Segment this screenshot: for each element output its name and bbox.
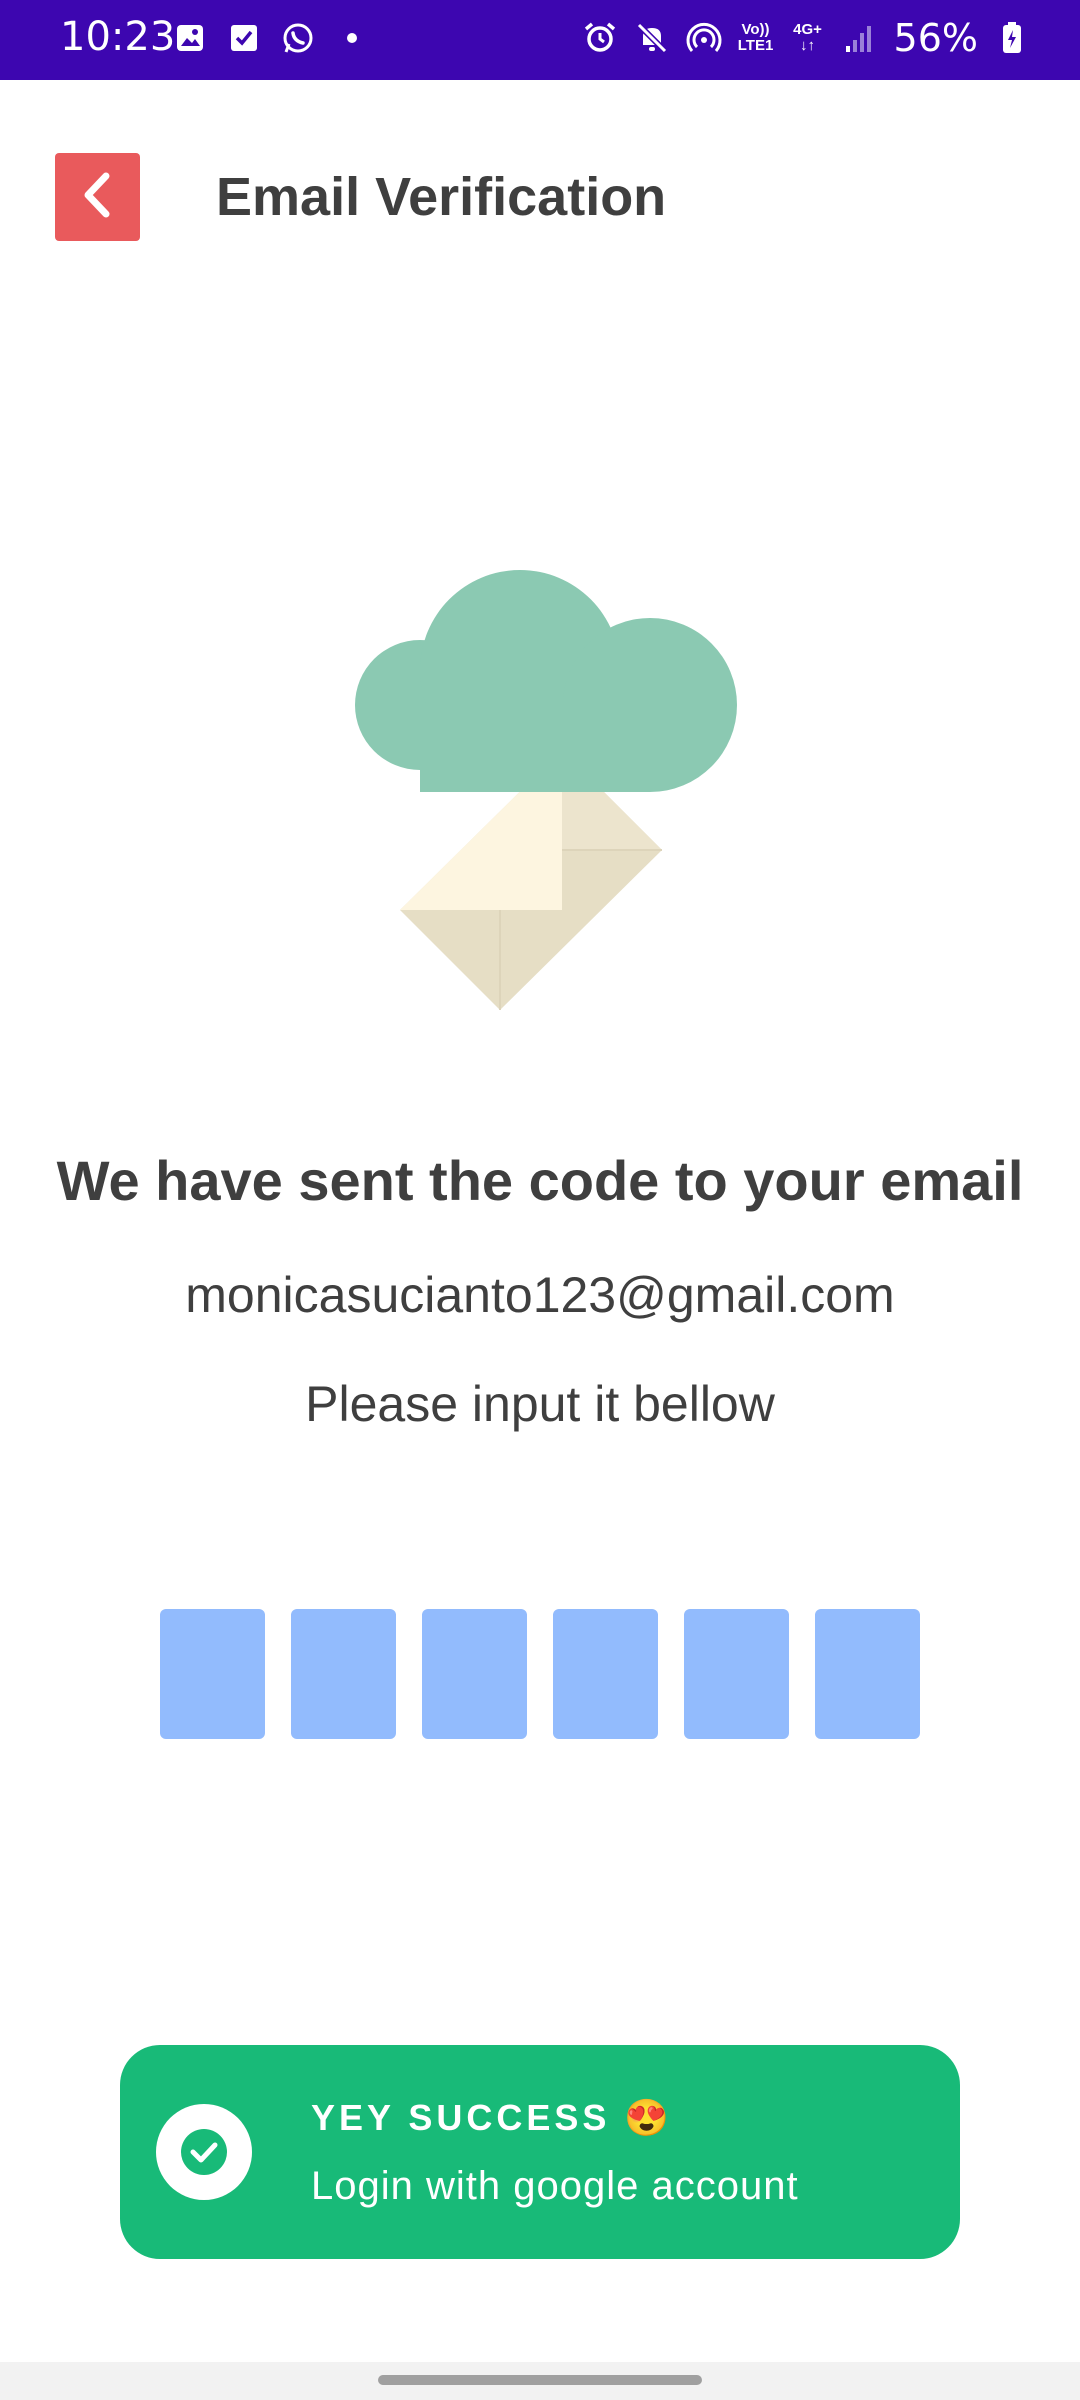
page-title: Email Verification — [216, 167, 667, 227]
dot-icon — [334, 20, 370, 56]
mute-icon — [634, 20, 670, 56]
status-bar: 10:23 Vo)) LTE1 4G+ ↓↑ 56% — [0, 0, 1080, 80]
otp-digit-4[interactable] — [553, 1609, 658, 1739]
cloud-icon — [355, 570, 737, 792]
toast-message: Login with google account — [311, 2164, 799, 2208]
success-toast[interactable]: YEY SUCCESS 😍 Login with google account — [120, 2045, 960, 2259]
status-time: 10:23 — [60, 14, 176, 60]
whatsapp-icon — [280, 20, 316, 56]
check-circle-icon — [156, 2104, 252, 2200]
otp-input-group — [160, 1609, 920, 1739]
otp-digit-1[interactable] — [160, 1609, 265, 1739]
email-cloud-illustration — [320, 560, 760, 1020]
back-button[interactable] — [55, 153, 140, 241]
toast-title: YEY SUCCESS 😍 — [311, 2097, 674, 2138]
home-gesture-handle[interactable] — [378, 2375, 702, 2385]
hotspot-icon — [686, 20, 722, 56]
4g-icon: 4G+ ↓↑ — [793, 21, 822, 54]
navigation-bar — [0, 2362, 1080, 2400]
notification-icons — [172, 20, 370, 56]
gallery-icon — [172, 20, 208, 56]
otp-digit-5[interactable] — [684, 1609, 789, 1739]
otp-digit-6[interactable] — [815, 1609, 920, 1739]
battery-icon — [994, 20, 1030, 56]
otp-digit-3[interactable] — [422, 1609, 527, 1739]
system-icons: Vo)) LTE1 4G+ ↓↑ 56% — [582, 16, 1030, 60]
signal-icon — [842, 20, 878, 56]
instruction-text: Please input it bellow — [305, 1376, 775, 1432]
headline: We have sent the code to your email — [56, 1149, 1024, 1212]
volte-icon: Vo)) LTE1 — [737, 21, 774, 54]
otp-digit-2[interactable] — [291, 1609, 396, 1739]
alarm-icon — [582, 20, 618, 56]
chevron-left-icon — [78, 170, 118, 225]
checkbox-icon — [226, 20, 262, 56]
email-address: monicasucianto123@gmail.com — [185, 1267, 895, 1323]
battery-percent: 56% — [893, 16, 978, 60]
